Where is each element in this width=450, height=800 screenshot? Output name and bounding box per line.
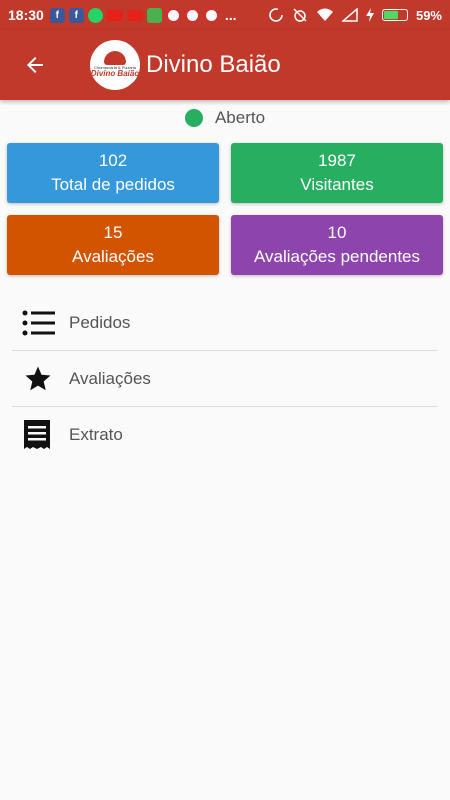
- sync-icon: [269, 8, 283, 22]
- total-orders-value: 102: [98, 151, 128, 170]
- reviews-card[interactable]: 15 Avaliações: [7, 215, 219, 275]
- app-notification-icon: [203, 7, 219, 23]
- list-icon: [22, 303, 64, 343]
- visitors-value: 1987: [318, 151, 356, 170]
- pending-reviews-label: Avaliações pendentes: [253, 247, 421, 266]
- store-status: Aberto: [0, 108, 450, 128]
- alarm-off-icon: [293, 8, 307, 22]
- total-orders-label: Total de pedidos: [51, 175, 175, 194]
- total-orders-card[interactable]: 102 Total de pedidos: [7, 143, 219, 203]
- visitors-card[interactable]: 1987 Visitantes: [231, 143, 443, 203]
- pending-reviews-value: 10: [327, 223, 347, 242]
- status-indicator-dot: [184, 109, 203, 127]
- menu-item-reviews[interactable]: Avaliações: [12, 351, 438, 407]
- reviews-label: Avaliações: [72, 247, 154, 266]
- receipt-icon: [22, 415, 64, 455]
- star-icon: [22, 359, 64, 399]
- more-notifications-indicator: ...: [224, 7, 237, 23]
- youtube-icon: [106, 9, 123, 21]
- logo-name: Divino Baião: [90, 69, 140, 79]
- notification-icons: f f ...: [49, 7, 237, 23]
- pending-reviews-card[interactable]: 10 Avaliações pendentes: [231, 215, 443, 275]
- page-title: Divino Baião: [146, 51, 281, 78]
- wifi-icon: [316, 8, 333, 21]
- visitors-label: Visitantes: [300, 175, 374, 194]
- restaurant-logo: Churrascaria & Pizzaria Divino Baião: [90, 40, 140, 90]
- main-menu: Pedidos Avaliações Extrato: [12, 295, 438, 463]
- app-notification-icon: [184, 7, 200, 23]
- app-notification-icon: [165, 7, 181, 23]
- menu-item-label: Extrato: [69, 425, 123, 444]
- menu-item-label: Avaliações: [69, 368, 151, 388]
- youtube-icon: [126, 9, 143, 21]
- menu-item-label: Pedidos: [69, 312, 131, 332]
- app-notification-icon: [146, 7, 162, 23]
- back-button[interactable]: [0, 30, 70, 100]
- logo-emblem: [104, 51, 126, 66]
- facebook-icon: f: [68, 7, 84, 23]
- facebook-icon: f: [49, 7, 65, 23]
- battery-icon: [381, 9, 408, 21]
- arrow-back-icon: [27, 57, 43, 73]
- battery-percentage: 59%: [415, 7, 442, 23]
- status-time: 18:30: [8, 7, 44, 23]
- app-bar: Churrascaria & Pizzaria Divino Baião Div…: [0, 30, 450, 100]
- menu-item-statement[interactable]: Extrato: [12, 407, 438, 463]
- status-bar: 18:30 f f ... 59%: [0, 0, 450, 30]
- signal-icon: [341, 8, 358, 22]
- reviews-value: 15: [103, 223, 123, 242]
- charging-icon: [365, 8, 374, 22]
- whatsapp-icon: [87, 7, 103, 23]
- menu-item-orders[interactable]: Pedidos: [12, 295, 438, 351]
- store-status-label: Aberto: [214, 108, 266, 127]
